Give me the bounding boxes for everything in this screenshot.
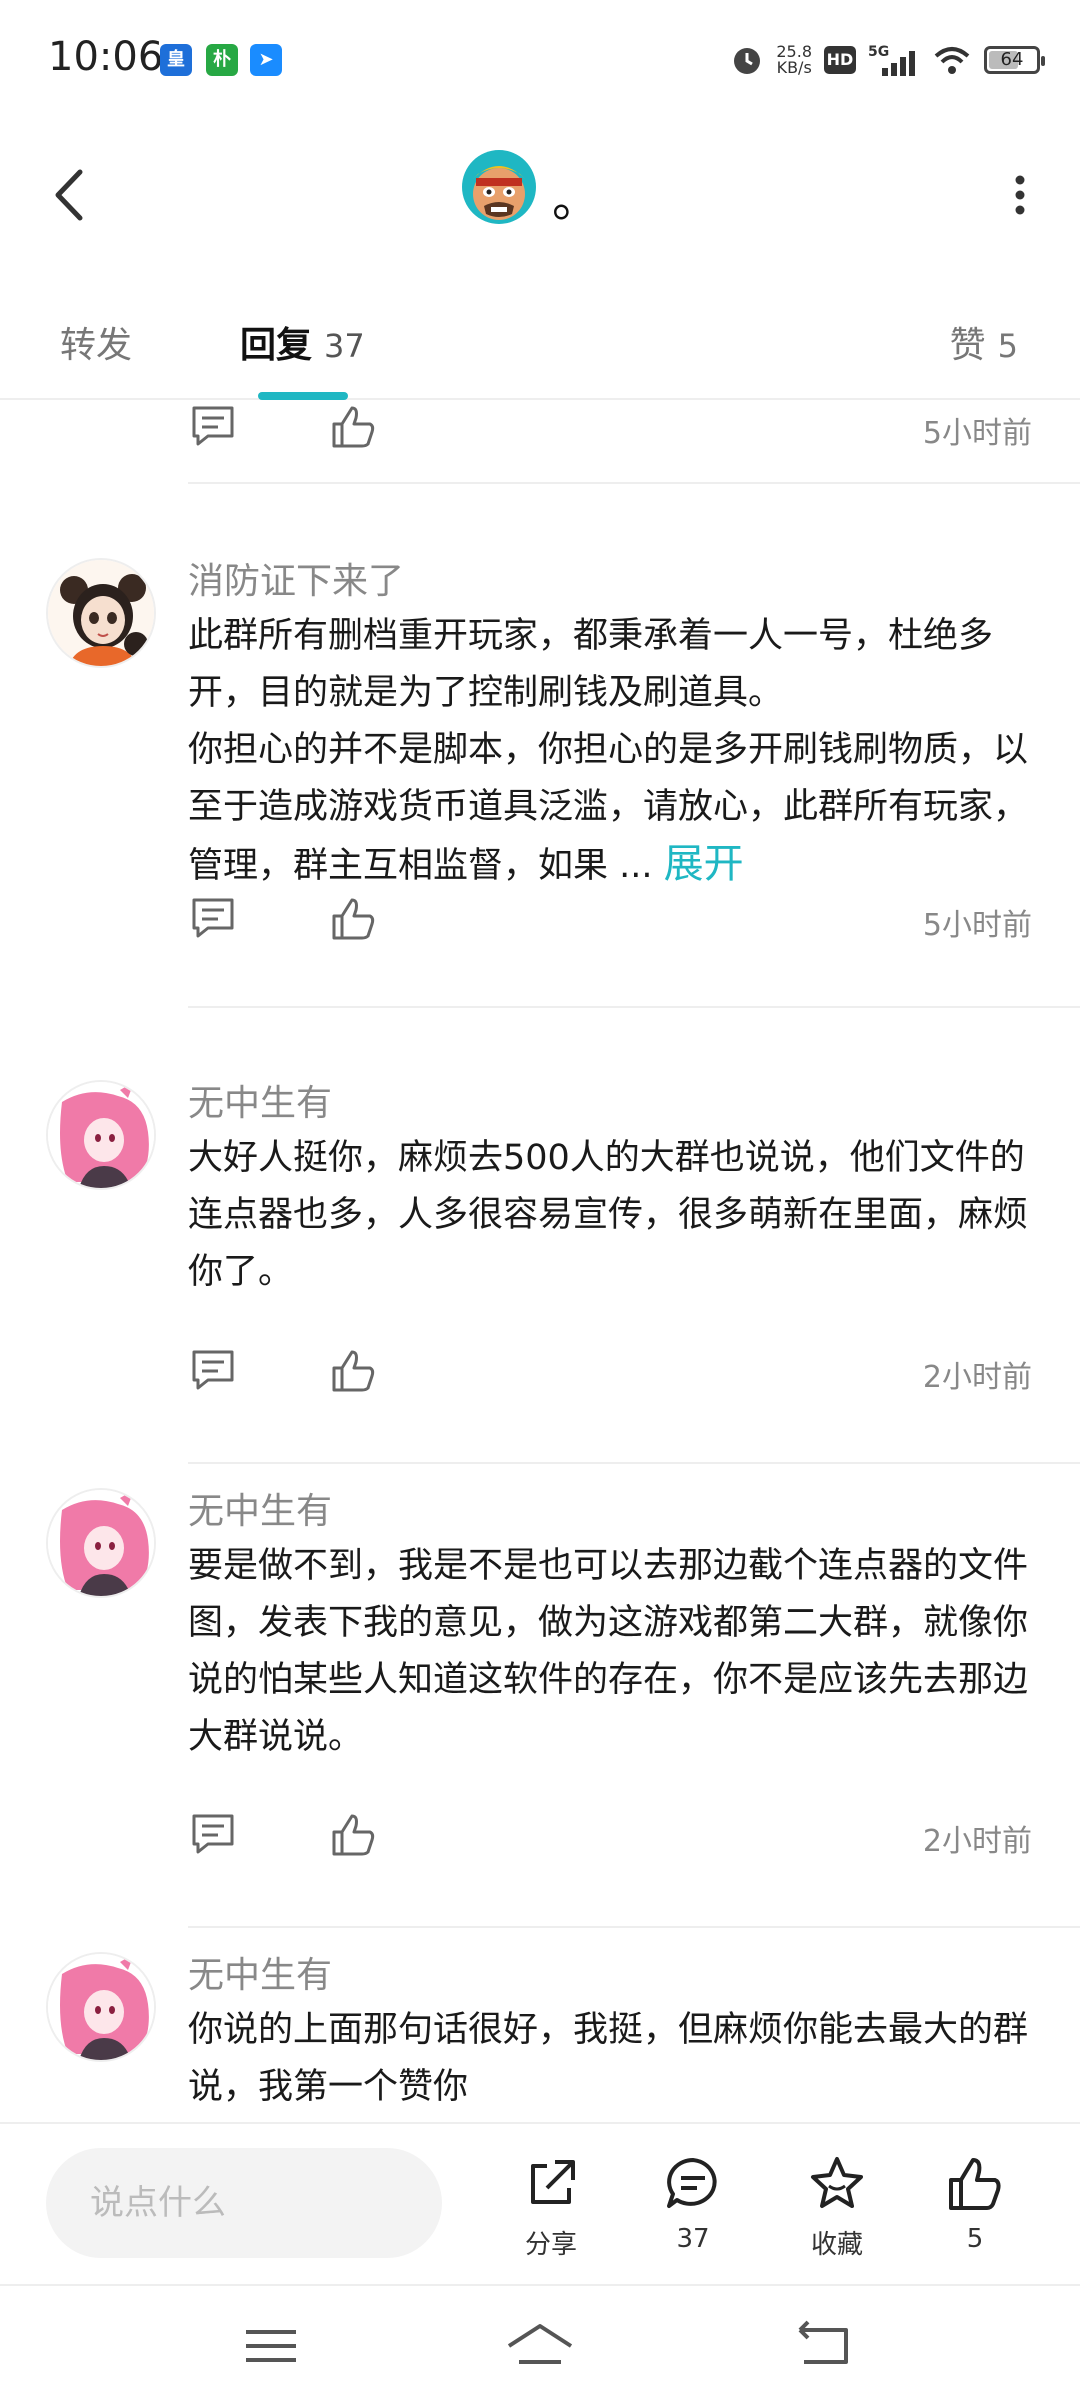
bottom-action-bar: 说点什么 分享 37 收藏 5 (0, 2122, 1080, 2282)
tab-replies[interactable]: 回复 37 (240, 316, 365, 368)
reply-icon[interactable] (188, 402, 238, 452)
like-button[interactable]: 5 (920, 2154, 1030, 2254)
tab-bar: 转发 回复 37 赞5 (0, 290, 1080, 400)
commenter-avatar[interactable] (46, 1952, 156, 2062)
status-indicators: 25.8 KB/s HD 5G 64 (730, 40, 1045, 80)
favorite-button[interactable]: 收藏 (782, 2154, 892, 2261)
comment-item: 5小时前 (0, 402, 1080, 484)
tab-likes[interactable]: 赞5 (950, 316, 1018, 368)
wifi-icon (934, 47, 970, 74)
reply-icon[interactable] (188, 1810, 238, 1860)
share-label: 分享 (524, 2230, 577, 2260)
thumbs-up-icon[interactable] (328, 894, 378, 944)
comment-actions: 2小时前 (188, 1810, 1040, 1870)
thumbs-up-icon[interactable] (328, 1346, 378, 1396)
favorite-label: 收藏 (810, 2230, 863, 2260)
back-icon[interactable] (788, 2316, 858, 2376)
comment-button[interactable]: 37 (638, 2154, 748, 2254)
commenter-avatar-image (48, 560, 154, 666)
comment-item: 无中生有 大好人挺你，麻烦去500人的大群也说说，他们文件的连点器也多，人多很容… (0, 1074, 1080, 1484)
commenter-avatar[interactable] (46, 1488, 156, 1598)
back-arrow-icon[interactable] (40, 160, 100, 230)
comment-bubble-icon (667, 2158, 717, 2208)
author-avatar-image (462, 150, 536, 224)
comment-divider (188, 482, 1080, 484)
network-type: 5G (868, 44, 889, 60)
system-nav-bar (0, 2284, 1080, 2408)
commenter-avatar-image (48, 1490, 154, 1596)
post-title: 。 (552, 172, 601, 228)
home-icon[interactable] (505, 2316, 575, 2376)
comment-divider (188, 1006, 1080, 1008)
notification-app-icon: ➤ (250, 44, 282, 76)
comment-list[interactable]: 5小时前 消防证下来了 此群所有删档重开玩家，都秉承着一人一号，杜绝多开，目的就… (0, 402, 1080, 2122)
commenter-name[interactable]: 消防证下来了 (188, 552, 404, 604)
comment-time: 5小时前 (922, 908, 1032, 943)
post-detail-page: 10:06 皇 朴 ➤ 25.8 KB/s HD 5G 64 。 转发 回复 3… (0, 0, 1080, 2408)
author-avatar[interactable] (462, 150, 536, 224)
comment-divider (188, 1462, 1080, 1464)
like-count: 5 (966, 2224, 984, 2254)
tab-likes-count: 5 (997, 327, 1018, 365)
comment-item: 消防证下来了 此群所有删档重开玩家，都秉承着一人一号，杜绝多开，目的就是为了控制… (0, 552, 1080, 1012)
comment-text: 你说的上面那句话很好，我挺，但麻烦你能去最大的群说，我第一个赞你 (188, 2010, 1029, 2107)
comment-time: 5小时前 (922, 416, 1032, 451)
alarm-icon (734, 48, 761, 74)
expand-link[interactable]: 展开 (664, 841, 744, 887)
menu-icon[interactable] (236, 2316, 306, 2376)
share-button[interactable]: 分享 (496, 2154, 606, 2261)
notification-app-icon: 朴 (206, 44, 238, 76)
commenter-avatar-image (48, 1954, 154, 2060)
thumbs-up-icon (949, 2158, 1001, 2210)
active-tab-indicator (258, 392, 348, 400)
comment-item: 无中生有 你说的上面那句话很好，我挺，但麻烦你能去最大的群说，我第一个赞你 (0, 1946, 1080, 2122)
battery-icon: 64 (984, 46, 1045, 74)
star-icon (811, 2157, 863, 2208)
comment-count: 37 (676, 2224, 710, 2254)
more-options-icon[interactable] (990, 160, 1050, 230)
net-speed: 25.8 KB/s (776, 44, 812, 76)
comment-time: 2小时前 (922, 1824, 1032, 1859)
comment-divider (188, 1926, 1080, 1928)
tab-likes-label: 赞 (949, 325, 986, 366)
tab-forward[interactable]: 转发 (60, 316, 132, 368)
commenter-name[interactable]: 无中生有 (188, 1946, 332, 1998)
tab-forward-label: 转发 (60, 325, 133, 366)
comment-time: 2小时前 (922, 1360, 1032, 1395)
status-time: 10:06 (48, 34, 164, 80)
reply-icon[interactable] (188, 1346, 238, 1396)
top-app-bar: 。 (0, 120, 1080, 270)
commenter-avatar[interactable] (46, 1080, 156, 1190)
comment-text: 大好人挺你，麻烦去500人的大群也说说，他们文件的连点器也多，人多很容易宣传，很… (188, 1138, 1029, 1292)
battery-level: 64 (1000, 49, 1024, 70)
comment-item: 无中生有 要是做不到，我是不是也可以去那边截个连点器的文件图，发表下我的意见，做… (0, 1482, 1080, 1948)
commenter-name[interactable]: 无中生有 (188, 1482, 332, 1534)
signal-icon: 5G (868, 44, 915, 76)
comment-input[interactable]: 说点什么 (46, 2148, 442, 2258)
comment-text: 此群所有删档重开玩家，都秉承着一人一号，杜绝多开，目的就是为了控制刷钱及刷道具。… (188, 608, 1038, 895)
thumbs-up-icon[interactable] (328, 1810, 378, 1860)
commenter-avatar[interactable] (46, 558, 156, 668)
comment-text: 要是做不到，我是不是也可以去那边截个连点器的文件图，发表下我的意见，做为这游戏都… (188, 1546, 1029, 1757)
tab-replies-count: 37 (324, 327, 365, 365)
hd-icon: HD (824, 46, 856, 74)
comment-actions: 2小时前 (188, 1346, 1040, 1406)
net-speed-unit: KB/s (776, 58, 812, 77)
tab-replies-label: 回复 (240, 325, 313, 366)
notification-app-icon: 皇 (160, 44, 192, 76)
reply-icon[interactable] (188, 894, 238, 944)
commenter-avatar-image (48, 1082, 154, 1188)
comment-actions: 5小时前 (188, 894, 1040, 954)
thumbs-up-icon[interactable] (328, 402, 378, 452)
comment-actions: 5小时前 (188, 402, 1040, 462)
status-bar: 10:06 皇 朴 ➤ 25.8 KB/s HD 5G 64 (0, 0, 1080, 120)
commenter-name[interactable]: 无中生有 (188, 1074, 332, 1126)
comment-body: 此群所有删档重开玩家，都秉承着一人一号，杜绝多开，目的就是为了控制刷钱及刷道具。… (188, 616, 1029, 886)
share-icon (531, 2160, 575, 2204)
